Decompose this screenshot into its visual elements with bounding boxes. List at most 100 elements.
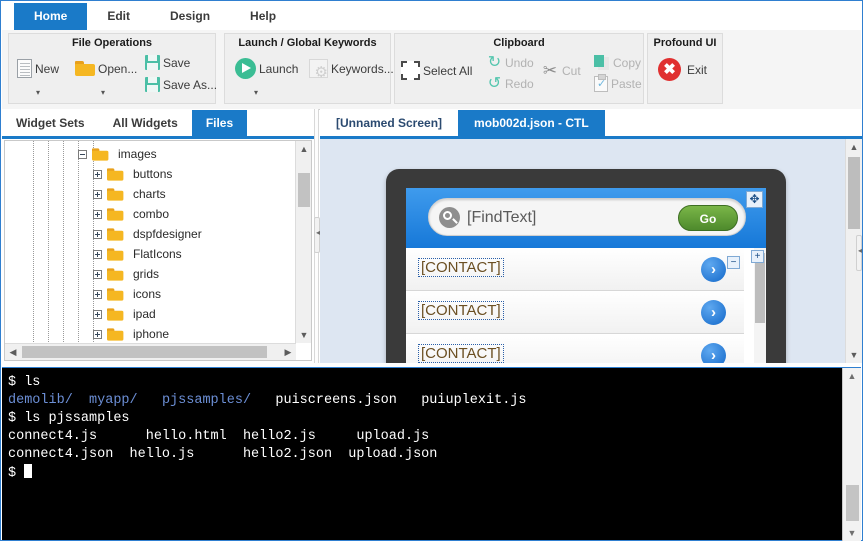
terminal-cursor	[24, 464, 32, 478]
files-panel: Widget Sets All Widgets Files images	[2, 109, 314, 363]
folder-icon	[92, 148, 108, 160]
terminal-output[interactable]: $ ls demolib/ myapp/ pjssamples/ puiscre…	[2, 368, 842, 541]
scroll-down-icon[interactable]: ▼	[843, 525, 861, 541]
plus-handle-icon[interactable]: +	[751, 250, 764, 263]
scrollbar-thumb[interactable]	[298, 173, 310, 207]
tree-node-label: FlatIcons	[133, 247, 182, 261]
launch-button[interactable]: Launch	[235, 58, 298, 79]
canvas-collapse-handle[interactable]	[856, 235, 862, 271]
tree-node-flaticons[interactable]: FlatIcons	[93, 244, 182, 264]
scrollbar-thumb[interactable]	[22, 346, 267, 358]
file-tree-horizontal-scrollbar[interactable]: ◀ ▶	[5, 343, 296, 360]
expand-toggle-icon[interactable]	[93, 270, 102, 279]
open-dropdown-caret[interactable]: ▾	[101, 89, 105, 97]
search-input[interactable]: [FindText] Go	[428, 198, 746, 236]
save-button[interactable]: Save	[145, 55, 190, 70]
launch-dropdown-caret[interactable]: ▾	[254, 89, 258, 97]
scrollbar-thumb[interactable]	[848, 157, 860, 229]
tab-mob002d[interactable]: mob002d.json - CTL	[458, 110, 605, 137]
ribbon-tab-edit[interactable]: Edit	[87, 3, 150, 30]
expand-toggle-icon[interactable]	[93, 290, 102, 299]
chevron-right-icon[interactable]: ›	[701, 300, 726, 325]
tree-node-images[interactable]: images	[78, 144, 157, 164]
tab-files[interactable]: Files	[192, 110, 247, 137]
folder-icon	[107, 208, 123, 220]
tree-node-iphone[interactable]: iphone	[93, 324, 169, 343]
terminal-dir: pjssamples/	[162, 393, 251, 408]
expand-toggle-icon[interactable]	[93, 190, 102, 199]
cut-button[interactable]: ✂ Cut	[541, 62, 581, 80]
folder-icon	[107, 188, 123, 200]
expand-toggle-icon[interactable]	[93, 170, 102, 179]
resize-handle-icon[interactable]: ✥	[746, 191, 763, 208]
new-dropdown-caret[interactable]: ▾	[36, 89, 40, 97]
design-panel: [Unnamed Screen] mob002d.json - CTL [Fin…	[320, 109, 862, 363]
expand-toggle-icon[interactable]	[93, 310, 102, 319]
tab-unnamed-screen[interactable]: [Unnamed Screen]	[320, 110, 458, 137]
document-icon	[17, 59, 32, 78]
tree-node-dspfdesigner[interactable]: dspfdesigner	[93, 224, 202, 244]
new-button[interactable]: New	[17, 59, 59, 78]
tree-node-label: ipad	[133, 307, 156, 321]
terminal-scrollbar[interactable]: ▲ ▼	[842, 368, 861, 541]
folder-icon	[107, 328, 123, 340]
minus-handle-icon[interactable]: −	[727, 256, 740, 269]
file-tree-vertical-scrollbar[interactable]: ▲ ▼	[295, 141, 311, 343]
scroll-up-icon[interactable]: ▲	[296, 141, 312, 157]
copy-button[interactable]: Copy	[594, 55, 641, 70]
file-tree[interactable]: images buttons charts combo	[5, 141, 296, 343]
expand-toggle-icon[interactable]	[93, 210, 102, 219]
scroll-down-icon[interactable]: ▼	[846, 347, 862, 363]
play-icon	[235, 58, 256, 79]
tree-node-icons[interactable]: icons	[93, 284, 161, 304]
undo-button[interactable]: ↻ Undo	[487, 55, 534, 70]
scroll-up-icon[interactable]: ▲	[843, 368, 861, 384]
folder-icon	[107, 248, 123, 260]
scroll-up-icon[interactable]: ▲	[846, 139, 862, 155]
go-button[interactable]: Go	[678, 205, 738, 231]
scroll-right-icon[interactable]: ▶	[280, 344, 296, 360]
scroll-left-icon[interactable]: ◀	[5, 344, 21, 360]
keywords-label: Keywords...	[331, 62, 394, 76]
scroll-down-icon[interactable]: ▼	[296, 327, 312, 343]
keywords-button[interactable]: Keywords...	[309, 59, 394, 78]
tree-node-charts[interactable]: charts	[93, 184, 166, 204]
panel-splitter[interactable]	[314, 109, 319, 363]
preview-list-scrollbar[interactable]	[754, 248, 766, 363]
list-item[interactable]: [CONTACT] › −	[406, 248, 744, 291]
scrollbar-thumb[interactable]	[846, 485, 859, 521]
expand-toggle-icon[interactable]	[93, 230, 102, 239]
design-tab-bar: [Unnamed Screen] mob002d.json - CTL	[320, 109, 862, 137]
save-as-button[interactable]: Save As...	[145, 77, 217, 92]
scrollbar-thumb[interactable]	[755, 253, 765, 323]
tree-node-ipad[interactable]: ipad	[93, 304, 156, 324]
tree-node-buttons[interactable]: buttons	[93, 164, 172, 184]
exit-button[interactable]: ✖ Exit	[658, 58, 707, 81]
ribbon-tab-home[interactable]: Home	[14, 3, 87, 30]
save-label: Save	[163, 56, 190, 70]
redo-button[interactable]: ↺ Redo	[487, 76, 534, 91]
expand-toggle-icon[interactable]	[93, 250, 102, 259]
undo-label: Undo	[505, 56, 534, 70]
collapse-toggle-icon[interactable]	[78, 150, 87, 159]
select-all-label: Select All	[423, 64, 472, 78]
terminal-space	[138, 393, 162, 408]
tab-widget-sets[interactable]: Widget Sets	[2, 110, 99, 137]
expand-toggle-icon[interactable]	[93, 330, 102, 339]
terminal-line: $ ls pjssamples	[8, 411, 130, 426]
tree-node-combo[interactable]: combo	[93, 204, 169, 224]
terminal-line: $ ls	[8, 375, 40, 390]
open-button[interactable]: Open...	[75, 61, 137, 76]
device-screen[interactable]: [FindText] Go ✥ [CONTACT] › − [CONTACT] …	[406, 188, 766, 363]
tab-all-widgets[interactable]: All Widgets	[99, 110, 192, 137]
chevron-right-icon[interactable]: ›	[701, 343, 726, 363]
list-item[interactable]: [CONTACT] ›	[406, 291, 744, 334]
ribbon-tab-design[interactable]: Design	[150, 3, 230, 30]
ribbon-tab-help[interactable]: Help	[230, 3, 296, 30]
design-canvas[interactable]: [FindText] Go ✥ [CONTACT] › − [CONTACT] …	[320, 139, 862, 363]
list-item[interactable]: [CONTACT] ›	[406, 334, 744, 363]
paste-button[interactable]: Paste	[594, 76, 642, 92]
chevron-right-icon[interactable]: ›	[701, 257, 726, 282]
select-all-button[interactable]: Select All	[401, 61, 472, 80]
tree-node-grids[interactable]: grids	[93, 264, 159, 284]
